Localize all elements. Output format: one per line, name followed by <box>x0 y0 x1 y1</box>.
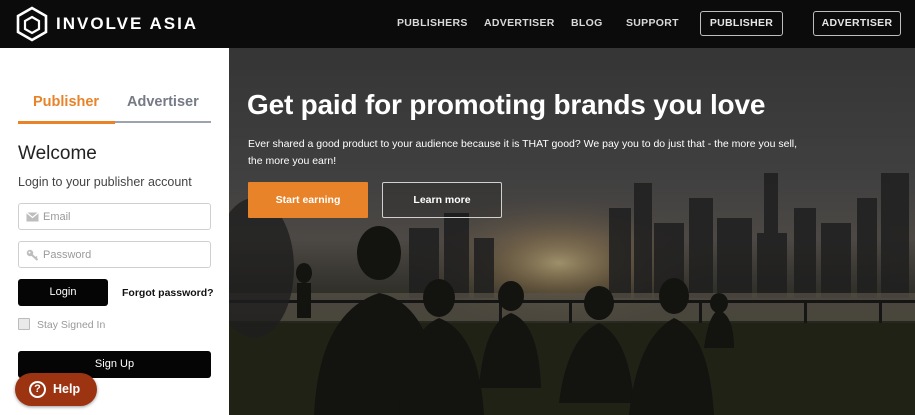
password-field[interactable] <box>18 241 211 268</box>
help-button[interactable]: ? Help <box>15 373 97 406</box>
welcome-heading: Welcome <box>18 143 97 164</box>
tab-publisher[interactable]: Publisher <box>33 94 99 110</box>
help-label: Help <box>53 382 81 396</box>
password-input[interactable] <box>43 242 203 267</box>
nav-link-advertiser[interactable]: ADVERTISER <box>484 17 555 29</box>
tab-advertiser-underline <box>115 121 211 123</box>
stay-signed-in-label: Stay Signed In <box>37 319 106 331</box>
learn-more-button[interactable]: Learn more <box>382 182 502 218</box>
stay-signed-in-checkbox[interactable] <box>18 318 30 330</box>
hero-title: Get paid for promoting brands you love <box>247 89 766 120</box>
nav-publisher-button[interactable]: PUBLISHER <box>700 11 783 36</box>
brand-logo[interactable]: INVOLVE ASIA <box>14 6 198 42</box>
nav-link-support[interactable]: SUPPORT <box>626 17 679 29</box>
login-button[interactable]: Login <box>18 279 108 306</box>
forgot-password-link[interactable]: Forgot password? <box>122 287 214 299</box>
nav-link-publishers[interactable]: PUBLISHERS <box>397 17 468 29</box>
key-icon <box>26 249 39 261</box>
login-panel: Publisher Advertiser Welcome Login to yo… <box>0 48 229 415</box>
tab-publisher-underline <box>18 121 115 124</box>
question-icon: ? <box>29 381 46 398</box>
top-navbar: INVOLVE ASIA PUBLISHERS ADVERTISER BLOG … <box>0 0 915 48</box>
email-input[interactable] <box>43 204 203 229</box>
hero-banner: Get paid for promoting brands you love E… <box>229 48 915 415</box>
envelope-icon <box>26 212 39 222</box>
hexagon-cube-logo-icon <box>16 6 48 42</box>
start-earning-button[interactable]: Start earning <box>248 182 368 218</box>
login-subtitle: Login to your publisher account <box>18 175 192 189</box>
nav-link-blog[interactable]: BLOG <box>571 17 603 29</box>
hero-description: Ever shared a good product to your audie… <box>248 138 798 167</box>
email-field[interactable] <box>18 203 211 230</box>
brand-name: INVOLVE ASIA <box>56 14 199 33</box>
nav-advertiser-button[interactable]: ADVERTISER <box>813 11 901 36</box>
tab-advertiser[interactable]: Advertiser <box>127 94 199 110</box>
